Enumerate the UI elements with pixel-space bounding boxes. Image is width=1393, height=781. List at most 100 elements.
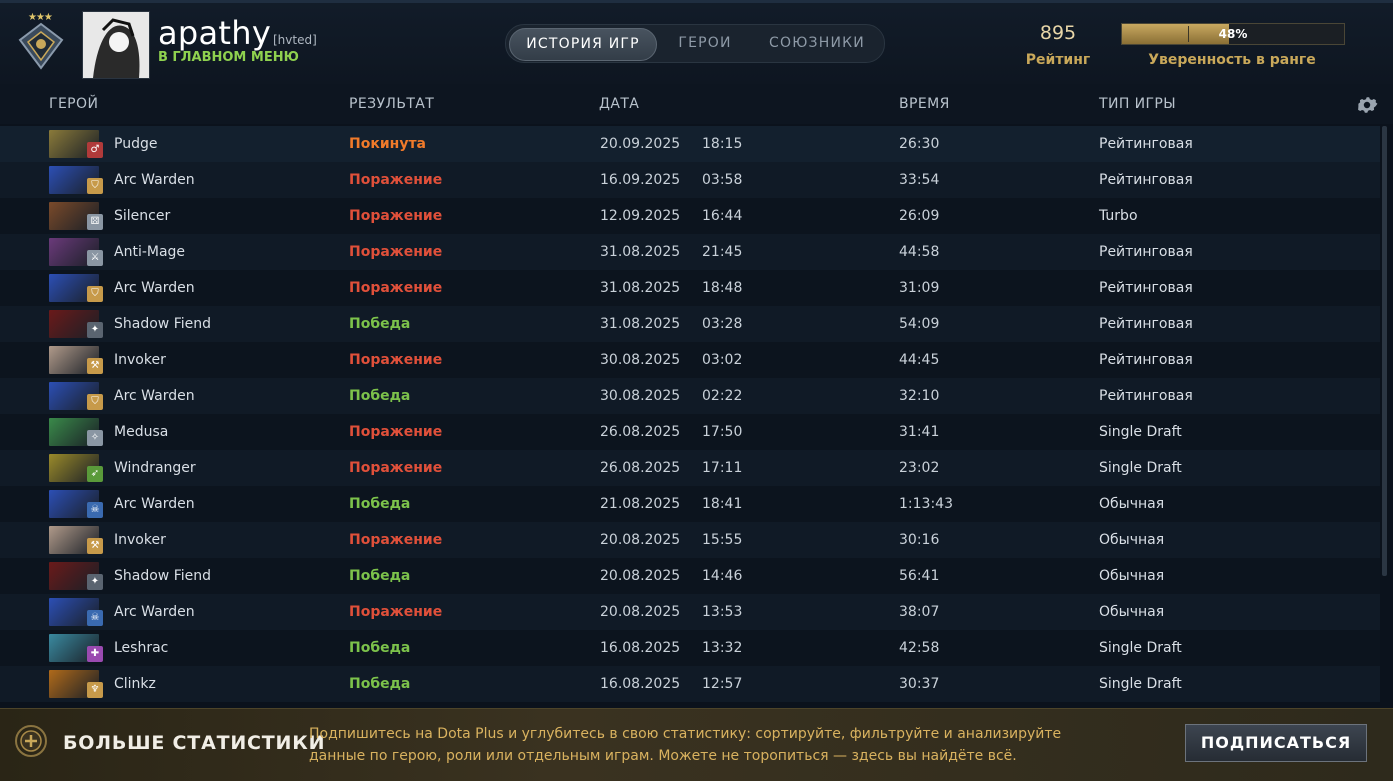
dota-plus-banner: БОЛЬШЕ СТАТИСТИКИ Подпишитесь на Dota Pl… bbox=[0, 708, 1393, 781]
avatar-image-icon bbox=[83, 12, 149, 78]
table-row[interactable]: ⚔ Anti-Mage Поражение 31.08.2025 21:45 44:58 Р… bbox=[0, 234, 1380, 270]
table-row[interactable]: ⚒ Invoker Поражение 30.08.2025 03:02 44:45 Рей… bbox=[0, 342, 1380, 378]
hero-name: Pudge bbox=[114, 136, 158, 152]
match-date: 16.08.2025 bbox=[600, 676, 681, 692]
game-type: Рейтинговая bbox=[1099, 280, 1193, 296]
game-type: Обычная bbox=[1099, 568, 1165, 584]
settings-gear-icon[interactable] bbox=[1356, 94, 1378, 116]
role-badge-icon: ⚄ bbox=[87, 214, 103, 230]
match-duration: 33:54 bbox=[899, 172, 940, 188]
avatar[interactable] bbox=[82, 11, 150, 79]
match-time: 13:53 bbox=[702, 604, 743, 620]
table-row[interactable]: ⛉ Arc Warden Поражение 16.09.2025 03:58 33:54… bbox=[0, 162, 1380, 198]
tab-allies[interactable]: СОЮЗНИКИ bbox=[758, 25, 876, 62]
match-result: Поражение bbox=[349, 460, 443, 476]
table-row[interactable]: ✦ Shadow Fiend Победа 31.08.2025 03:28 54:09 Р… bbox=[0, 306, 1380, 342]
hero-name: Shadow Fiend bbox=[114, 316, 211, 332]
rank-medal-icon[interactable]: ★★★ bbox=[14, 12, 68, 74]
hero-name: Anti-Mage bbox=[114, 244, 186, 260]
hero-name: Arc Warden bbox=[114, 388, 195, 404]
role-badge-icon: ⛉ bbox=[87, 394, 103, 410]
match-time: 03:58 bbox=[702, 172, 743, 188]
match-date: 31.08.2025 bbox=[600, 316, 681, 332]
hero-name: Clinkz bbox=[114, 676, 156, 692]
table-row[interactable]: ✦ Shadow Fiend Победа 20.08.2025 14:46 56:41 О… bbox=[0, 558, 1380, 594]
user-tag: [hvted] bbox=[273, 33, 317, 47]
match-result: Победа bbox=[349, 496, 411, 512]
tab-heroes[interactable]: ГЕРОИ bbox=[664, 25, 746, 62]
match-result: Поражение bbox=[349, 244, 443, 260]
subscribe-button[interactable]: ПОДПИСАТЬСЯ bbox=[1185, 724, 1367, 762]
user-status: В ГЛАВНОМ МЕНЮ bbox=[158, 50, 299, 65]
rating-value: 895 bbox=[1039, 22, 1077, 44]
match-result: Поражение bbox=[349, 604, 443, 620]
match-result: Покинута bbox=[349, 136, 427, 152]
match-date: 16.09.2025 bbox=[600, 172, 681, 188]
table-row[interactable]: ⛉ Arc Warden Победа 30.08.2025 02:22 32:10 Рей… bbox=[0, 378, 1380, 414]
table-row[interactable]: ☠ Arc Warden Поражение 20.08.2025 13:53 38:07… bbox=[0, 594, 1380, 630]
role-badge-icon: ⛉ bbox=[87, 178, 103, 194]
match-duration: 30:16 bbox=[899, 532, 940, 548]
game-type: Рейтинговая bbox=[1099, 136, 1193, 152]
hero-name: Silencer bbox=[114, 208, 171, 224]
table-header: ГЕРОЙ РЕЗУЛЬТАТ ДАТА ВРЕМЯ ТИП ИГРЫ bbox=[0, 84, 1393, 124]
game-type: Рейтинговая bbox=[1099, 388, 1193, 404]
table-row[interactable]: ♆ Clinkz Победа 16.08.2025 12:57 30:37 Single … bbox=[0, 666, 1380, 702]
match-date: 26.08.2025 bbox=[600, 424, 681, 440]
match-time: 03:28 bbox=[702, 316, 743, 332]
role-badge-icon: ♆ bbox=[87, 682, 103, 698]
banner-title: БОЛЬШЕ СТАТИСТИКИ bbox=[63, 732, 326, 754]
match-duration: 44:45 bbox=[899, 352, 940, 368]
table-row[interactable]: ☠ Arc Warden Победа 21.08.2025 18:41 1:13:43 О… bbox=[0, 486, 1380, 522]
table-row[interactable]: ⛉ Arc Warden Поражение 31.08.2025 18:48 31:09… bbox=[0, 270, 1380, 306]
match-result: Победа bbox=[349, 676, 411, 692]
column-header-hero[interactable]: ГЕРОЙ bbox=[49, 96, 98, 112]
role-badge-icon: ♂ bbox=[87, 142, 103, 158]
column-header-game-type[interactable]: ТИП ИГРЫ bbox=[1099, 96, 1176, 112]
game-type: Рейтинговая bbox=[1099, 352, 1193, 368]
match-time: 03:02 bbox=[702, 352, 743, 368]
username[interactable]: apathy bbox=[158, 14, 271, 52]
column-header-duration[interactable]: ВРЕМЯ bbox=[899, 96, 950, 112]
hero-name: Arc Warden bbox=[114, 496, 195, 512]
table-row[interactable]: ✧ Medusa Поражение 26.08.2025 17:50 31:41 Sing… bbox=[0, 414, 1380, 450]
column-header-date[interactable]: ДАТА bbox=[599, 96, 639, 112]
hero-name: Invoker bbox=[114, 352, 166, 368]
tab-match-history[interactable]: ИСТОРИЯ ИГР bbox=[509, 28, 657, 61]
match-duration: 38:07 bbox=[899, 604, 940, 620]
role-badge-icon: ⛉ bbox=[87, 286, 103, 302]
role-badge-icon: ☠ bbox=[87, 502, 103, 518]
match-time: 16:44 bbox=[702, 208, 743, 224]
column-header-result[interactable]: РЕЗУЛЬТАТ bbox=[349, 96, 434, 112]
hero-name: Arc Warden bbox=[114, 604, 195, 620]
match-date: 16.08.2025 bbox=[600, 640, 681, 656]
scrollbar[interactable] bbox=[1382, 126, 1387, 576]
table-row[interactable]: ➶ Windranger Поражение 26.08.2025 17:11 23:02… bbox=[0, 450, 1380, 486]
hero-name: Invoker bbox=[114, 532, 166, 548]
match-result: Поражение bbox=[349, 532, 443, 548]
match-result: Победа bbox=[349, 388, 411, 404]
rating-label: Рейтинг bbox=[1025, 52, 1091, 68]
match-date: 12.09.2025 bbox=[600, 208, 681, 224]
match-duration: 23:02 bbox=[899, 460, 940, 476]
game-type: Обычная bbox=[1099, 496, 1165, 512]
match-result: Поражение bbox=[349, 208, 443, 224]
table-row[interactable]: ✚ Leshrac Победа 16.08.2025 13:32 42:58 Single… bbox=[0, 630, 1380, 666]
table-row[interactable]: ⚒ Invoker Поражение 20.08.2025 15:55 30:16 Обы… bbox=[0, 522, 1380, 558]
match-duration: 26:30 bbox=[899, 136, 940, 152]
tab-bar: ИСТОРИЯ ИГР ГЕРОИ СОЮЗНИКИ bbox=[505, 24, 885, 63]
table-row[interactable]: ♂ Pudge Покинута 20.09.2025 18:15 26:30 Рейтин… bbox=[0, 126, 1380, 162]
game-type: Single Draft bbox=[1099, 640, 1182, 656]
role-badge-icon: ✧ bbox=[87, 430, 103, 446]
game-type: Single Draft bbox=[1099, 424, 1182, 440]
match-duration: 42:58 bbox=[899, 640, 940, 656]
table-row[interactable]: ⚄ Silencer Поражение 12.09.2025 16:44 26:09 Tu… bbox=[0, 198, 1380, 234]
match-date: 20.08.2025 bbox=[600, 604, 681, 620]
role-badge-icon: ☠ bbox=[87, 610, 103, 626]
dota-plus-icon bbox=[15, 725, 47, 757]
match-time: 18:15 bbox=[702, 136, 743, 152]
match-time: 18:41 bbox=[702, 496, 743, 512]
match-duration: 26:09 bbox=[899, 208, 940, 224]
game-type: Single Draft bbox=[1099, 676, 1182, 692]
match-result: Победа bbox=[349, 316, 411, 332]
